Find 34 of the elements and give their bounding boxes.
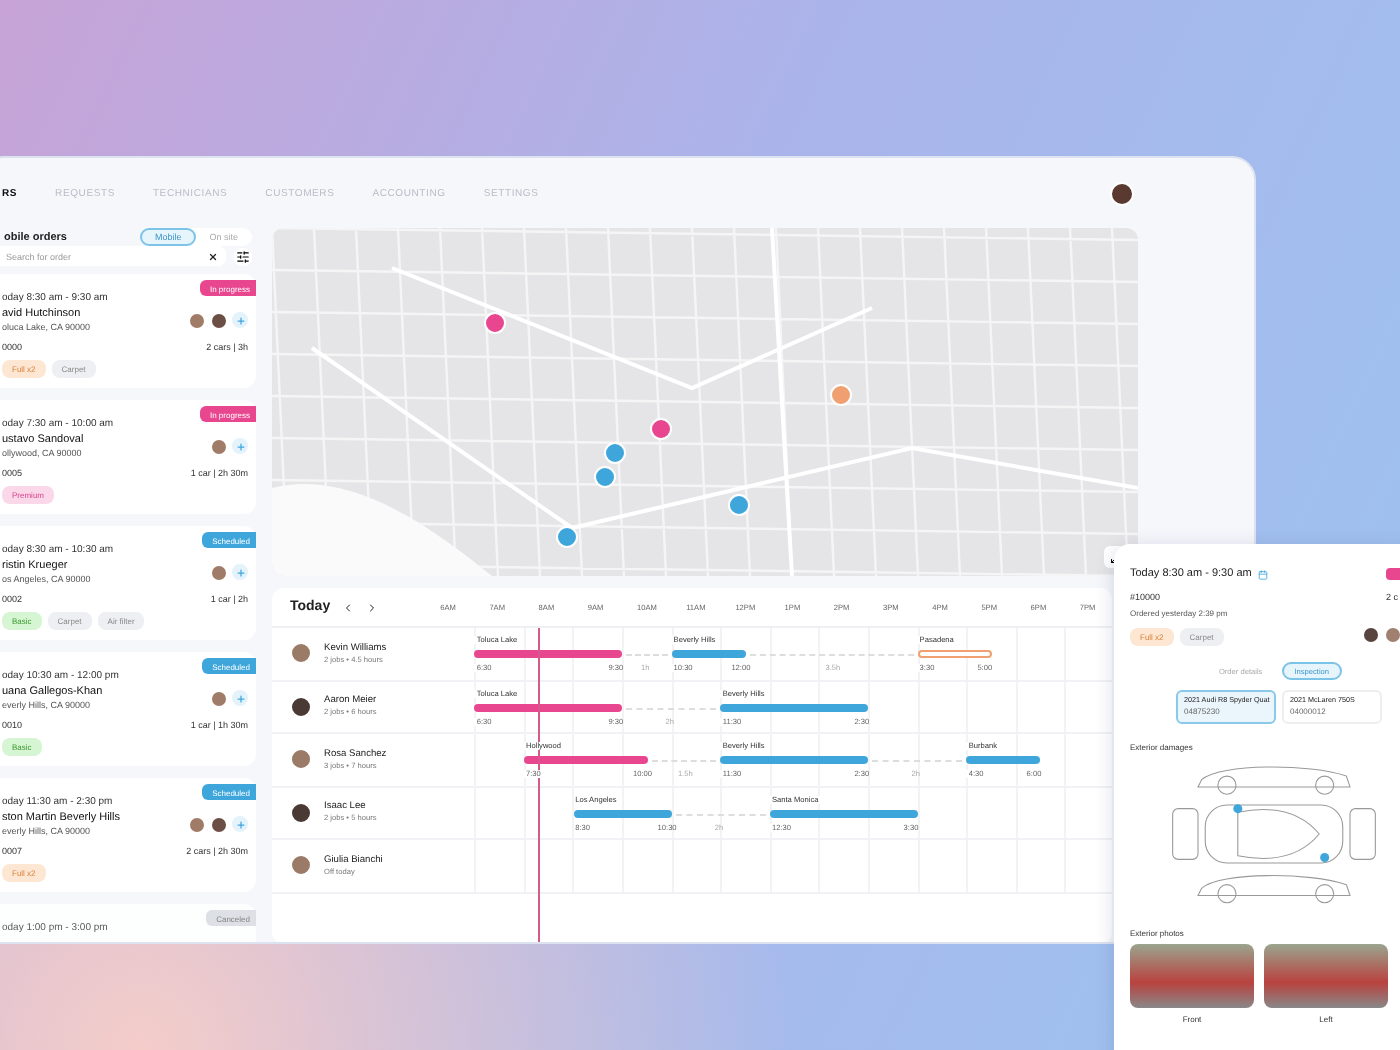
plus-icon (235, 315, 245, 325)
add-technician-button[interactable] (232, 816, 248, 832)
technician-avatar (290, 854, 312, 877)
job-bar[interactable] (966, 756, 1041, 764)
photo-placeholder[interactable] (1264, 944, 1388, 1008)
job-bar[interactable] (671, 650, 746, 658)
technician-avatar (290, 748, 312, 771)
add-technician-button[interactable] (232, 564, 248, 580)
job-bar[interactable] (474, 703, 623, 711)
previous-icon[interactable] (342, 601, 355, 613)
technician-avatar (210, 563, 228, 581)
add-technician-button[interactable] (232, 438, 248, 454)
job-bar[interactable] (770, 809, 918, 817)
add-technician-button[interactable] (232, 690, 248, 706)
job-bar[interactable] (720, 703, 869, 711)
photo-placeholder[interactable] (1130, 944, 1254, 1008)
add-technician-button[interactable] (232, 312, 248, 328)
job-bar[interactable] (573, 809, 672, 817)
job-bar[interactable] (917, 650, 992, 658)
plus-icon (235, 693, 245, 703)
plus-icon (235, 441, 245, 451)
technician-avatar (290, 695, 312, 718)
user-avatar[interactable] (1110, 181, 1134, 205)
technician-avatar (210, 689, 228, 707)
plus-icon (235, 819, 245, 829)
filter-button[interactable] (234, 247, 252, 265)
technician-avatar (210, 437, 228, 455)
next-icon[interactable] (366, 601, 379, 613)
calendar-icon[interactable] (1257, 569, 1268, 579)
filter-icon (236, 249, 250, 263)
technician-avatar (290, 801, 312, 824)
close-icon[interactable] (208, 251, 218, 261)
technician-avatar (290, 642, 312, 665)
plus-icon (235, 567, 245, 577)
